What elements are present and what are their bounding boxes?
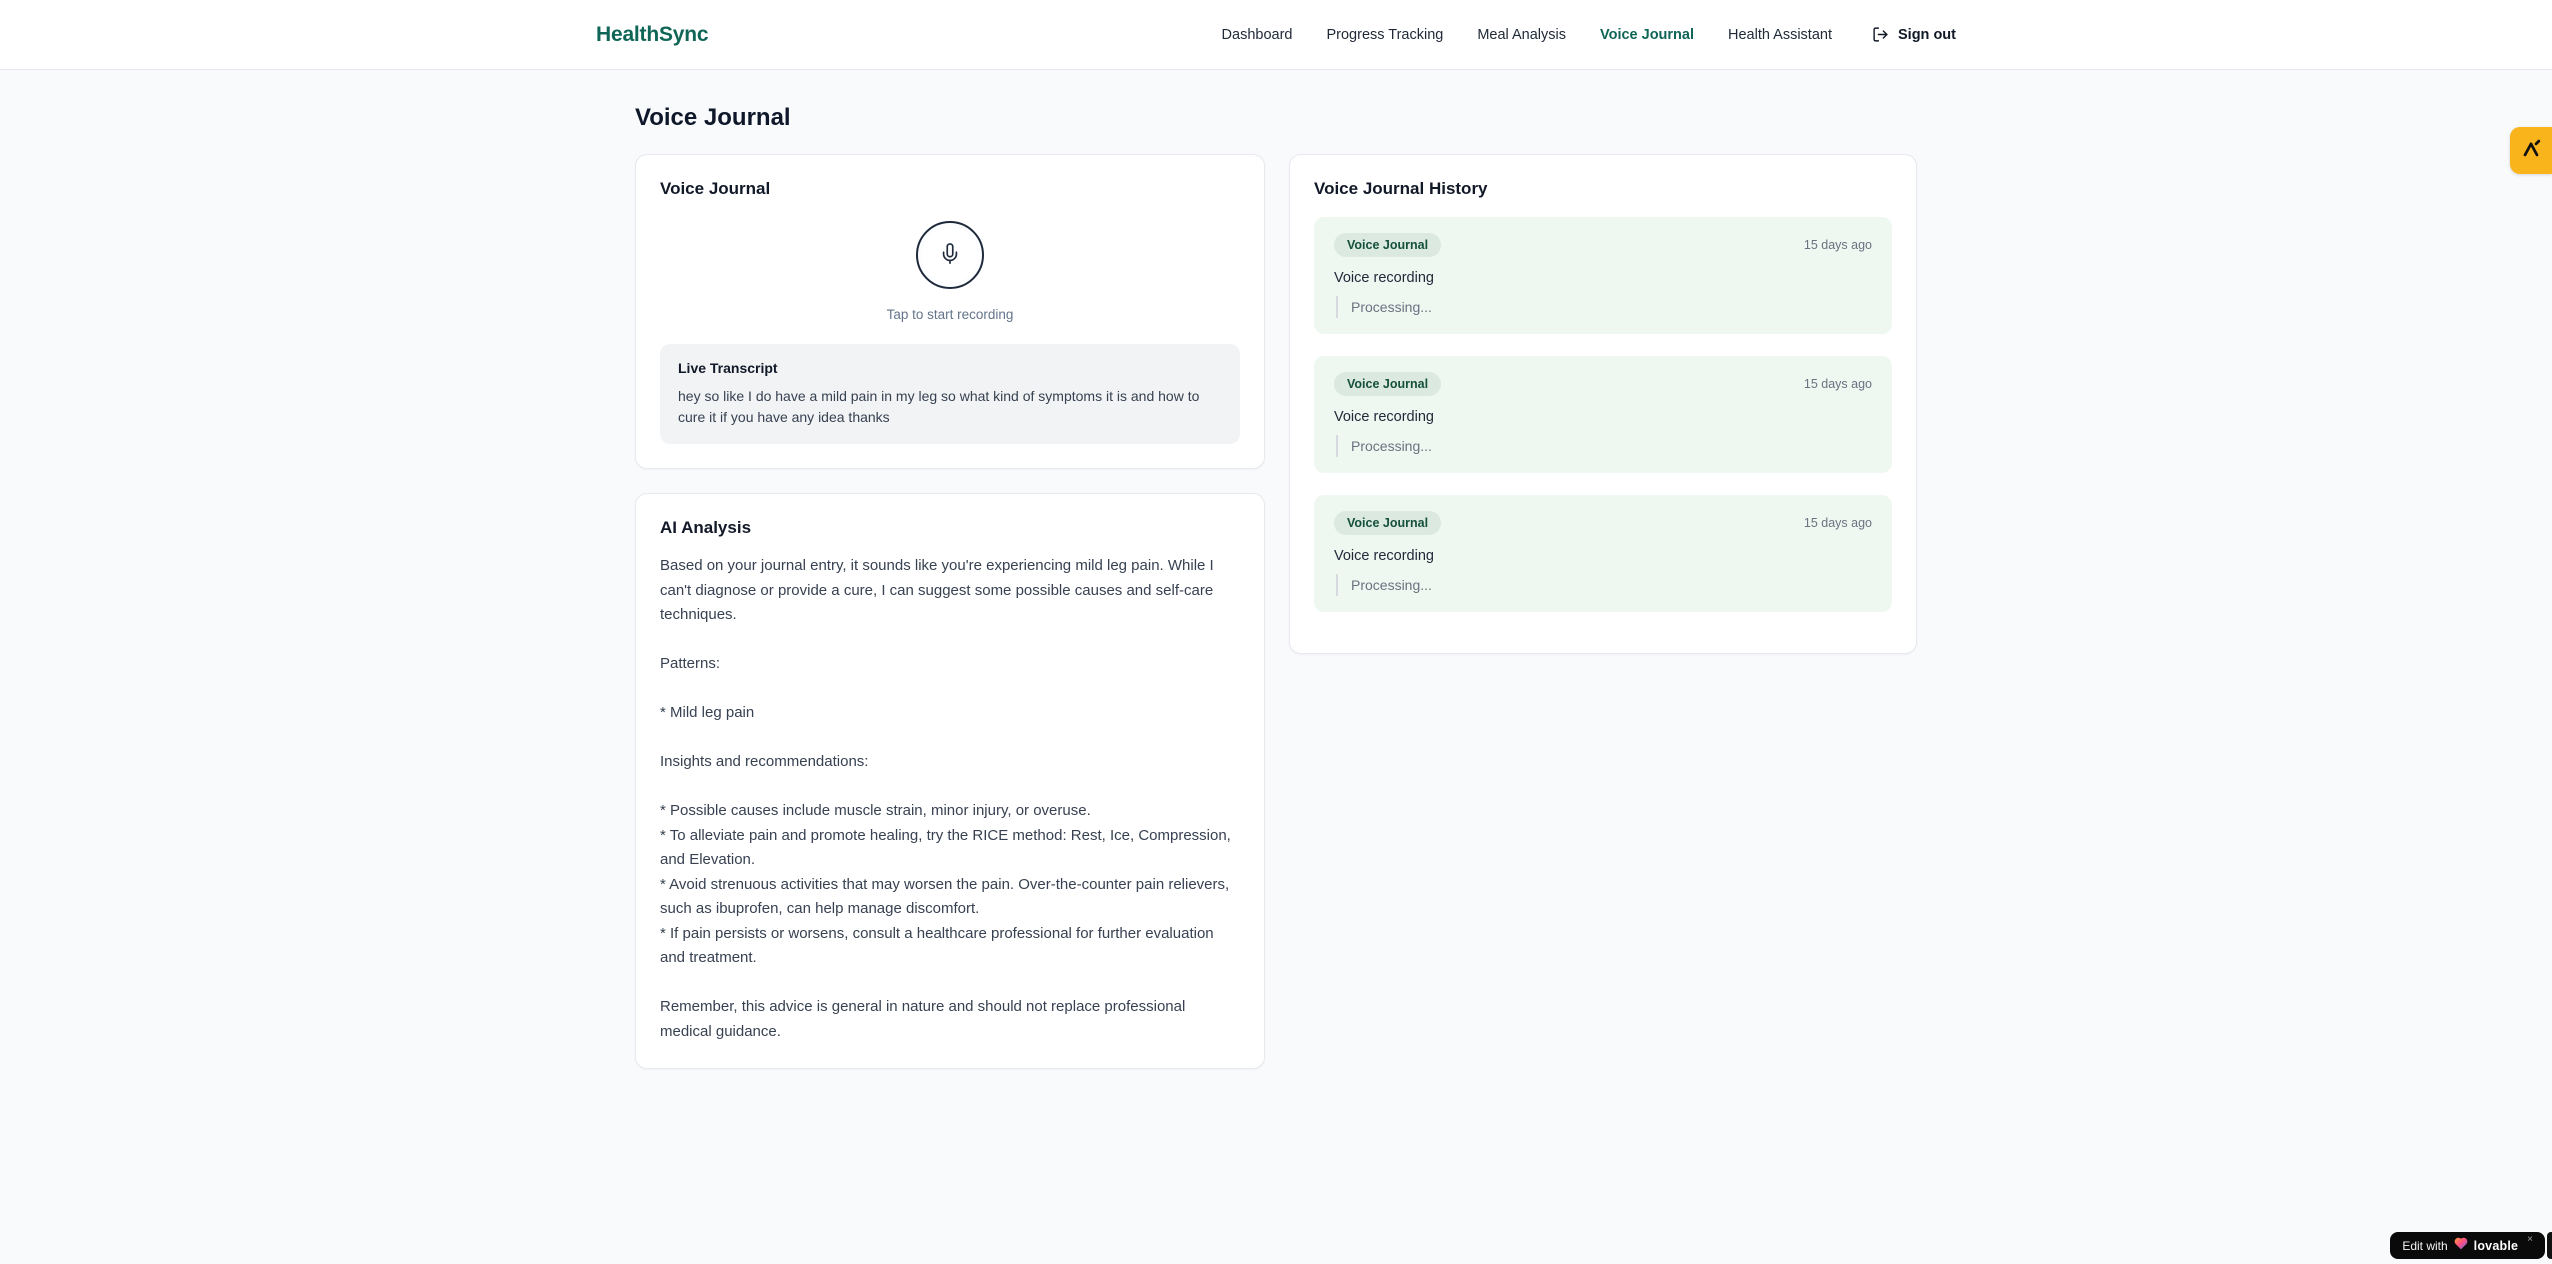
nav-item-dashboard[interactable]: Dashboard xyxy=(1222,27,1293,43)
entry-type-badge: Voice Journal xyxy=(1334,511,1442,535)
live-transcript-text: hey so like I do have a mild pain in my … xyxy=(678,388,1200,425)
entry-status: Processing... xyxy=(1336,296,1872,318)
entry-label: Voice recording xyxy=(1334,409,1434,425)
ai-analysis-body: Based on your journal entry, it sounds l… xyxy=(660,557,1231,1040)
entry-label: Voice recording xyxy=(1334,548,1434,564)
entry-status: Processing... xyxy=(1336,574,1872,596)
lovable-heart-icon xyxy=(2454,1237,2468,1255)
nav-item-progress-tracking[interactable]: Progress Tracking xyxy=(1326,27,1443,43)
history-entry[interactable]: Voice Journal 15 days ago Voice recordin… xyxy=(1314,495,1892,612)
sign-out-button[interactable]: Sign out xyxy=(1872,26,1956,43)
lovable-edge-tab[interactable] xyxy=(2510,127,2552,174)
history-list: Voice Journal 15 days ago Voice recordin… xyxy=(1314,217,1892,612)
history-card-title: Voice Journal History xyxy=(1314,179,1488,198)
entry-status: Processing... xyxy=(1336,435,1872,457)
ai-analysis-card: AI Analysis Based on your journal entry,… xyxy=(635,493,1265,1069)
ai-analysis-title: AI Analysis xyxy=(660,518,752,537)
entry-timestamp: 15 days ago xyxy=(1803,516,1872,530)
page-title: Voice Journal xyxy=(635,104,791,131)
nav-item-health-assistant[interactable]: Health Assistant xyxy=(1728,27,1832,43)
edit-with-lovable-badge[interactable]: Edit with lovable × xyxy=(2390,1232,2545,1259)
logout-icon xyxy=(1872,26,1889,43)
live-transcript-title: Live Transcript xyxy=(678,360,778,376)
nav-item-voice-journal[interactable]: Voice Journal xyxy=(1600,27,1694,43)
recorder-card-title: Voice Journal xyxy=(660,179,771,198)
microphone-icon xyxy=(939,242,961,268)
close-icon[interactable]: × xyxy=(2527,1235,2533,1245)
entry-type-badge: Voice Journal xyxy=(1334,233,1442,257)
main-content: Voice Journal Voice Journal Tap to start… xyxy=(635,70,1917,1069)
entry-timestamp: 15 days ago xyxy=(1803,238,1872,252)
entry-timestamp: 15 days ago xyxy=(1803,377,1872,391)
sign-out-label: Sign out xyxy=(1898,26,1956,43)
app-logo[interactable]: HealthSync xyxy=(596,23,709,47)
voice-journal-history-card: Voice Journal History Voice Journal 15 d… xyxy=(1289,154,1917,654)
nav-item-meal-analysis[interactable]: Meal Analysis xyxy=(1477,27,1566,43)
live-transcript-box: Live Transcript hey so like I do have a … xyxy=(660,344,1240,444)
entry-label: Voice recording xyxy=(1334,270,1434,286)
lovable-logo-icon xyxy=(2520,137,2542,164)
top-navbar: HealthSync Dashboard Progress Tracking M… xyxy=(0,0,2552,70)
tap-to-record-hint: Tap to start recording xyxy=(886,307,1014,322)
lovable-brand-label: lovable xyxy=(2473,1238,2519,1253)
offscreen-badge-sliver xyxy=(2547,1232,2552,1259)
history-entry[interactable]: Voice Journal 15 days ago Voice recordin… xyxy=(1314,356,1892,473)
record-button[interactable] xyxy=(916,221,984,289)
history-entry[interactable]: Voice Journal 15 days ago Voice recordin… xyxy=(1314,217,1892,334)
main-nav: Dashboard Progress Tracking Meal Analysi… xyxy=(1222,26,1956,43)
entry-type-badge: Voice Journal xyxy=(1334,372,1442,396)
edit-with-label: Edit with xyxy=(2402,1238,2448,1253)
voice-recorder-card: Voice Journal Tap to start recording Liv… xyxy=(635,154,1265,469)
